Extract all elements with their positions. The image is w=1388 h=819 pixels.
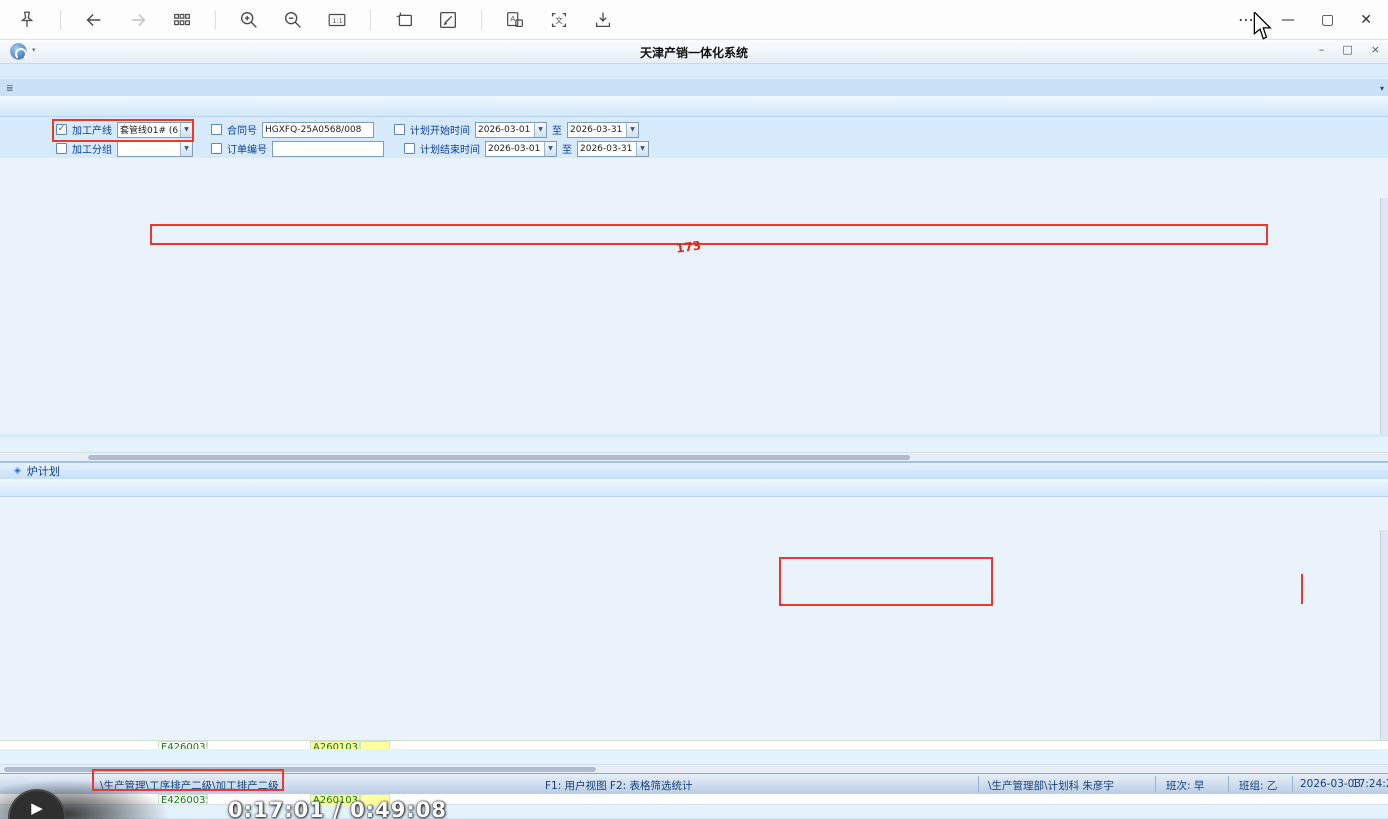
erp-window: ▾ 天津产销一体化系统 – □ × ≣ ▾ ✓ 加工产线 套管线01# (63▼… xyxy=(0,40,1388,819)
divider xyxy=(370,10,371,30)
app-restore-button[interactable]: □ xyxy=(1342,43,1352,56)
table-cell[interactable] xyxy=(360,741,390,749)
furnace-section-header[interactable]: ◈ 炉计划 xyxy=(0,463,1388,479)
contract-input[interactable]: HGXFQ-25A0568/008 xyxy=(262,122,374,138)
plan-table-region xyxy=(0,158,1388,434)
chevron-down-icon: ▼ xyxy=(180,123,192,137)
divider xyxy=(481,10,482,30)
table-cell[interactable]: A26010319 xyxy=(310,741,360,749)
scrollbar-thumb[interactable] xyxy=(88,455,910,460)
app-title: 天津产销一体化系统 xyxy=(0,44,1388,61)
menubar xyxy=(0,64,1388,79)
plan-start-to-date[interactable]: 2026-03-31▼ xyxy=(567,122,639,138)
translate-icon[interactable]: A xyxy=(504,9,526,31)
svg-text:文: 文 xyxy=(555,15,563,24)
filter-panel: ✓ 加工产线 套管线01# (63▼ 合同号 HGXFQ-25A0568/008… xyxy=(0,117,1388,158)
breadcrumb: \生产管理\工序排产二级\加工排产二级 xyxy=(100,778,279,793)
tab-overflow-icon[interactable]: ▾ xyxy=(1380,84,1384,93)
horizontal-scrollbar[interactable] xyxy=(0,452,1388,461)
divider xyxy=(1228,776,1229,792)
zoom-out-icon[interactable] xyxy=(282,9,304,31)
plan-start-from-date[interactable]: 2026-03-01▼ xyxy=(475,122,547,138)
pin-icon[interactable] xyxy=(16,9,38,31)
vertical-scrollbar[interactable] xyxy=(1380,198,1388,434)
svg-text:1:1: 1:1 xyxy=(332,16,342,24)
statusbar-user: \生产管理部\计划科 朱彦宇 xyxy=(988,778,1114,793)
video-preview-strip: E42600354 A26010319 ▶ 0:17:01 / 0:49:08 xyxy=(0,794,1388,819)
group-filter-label: 加工分组 xyxy=(72,141,112,156)
play-icon: ▶ xyxy=(31,799,43,817)
statusbar: \生产管理\工序排产二级\加工排产二级 F1: 用户视图 F2: 表格筛选统计 … xyxy=(0,773,1388,794)
order-input[interactable] xyxy=(272,141,384,157)
order-filter-label: 订单编号 xyxy=(227,141,267,156)
grid-icon[interactable] xyxy=(171,9,193,31)
collapse-icon[interactable]: ◈ xyxy=(14,466,21,476)
furnace-table-region xyxy=(0,497,1388,740)
plan-end-from-date[interactable]: 2026-03-01▼ xyxy=(485,141,557,157)
plan-end-to-date[interactable]: 2026-03-31▼ xyxy=(577,141,649,157)
video-time-display: 0:17:01 / 0:49:08 xyxy=(228,798,447,819)
table-cell[interactable]: E42600354 xyxy=(158,741,208,749)
group-select[interactable]: ▼ xyxy=(117,141,193,157)
contract-filter-checkbox[interactable] xyxy=(211,124,222,135)
chevron-down-icon: ▼ xyxy=(544,142,556,156)
divider xyxy=(1155,776,1156,792)
plan-end-label: 计划结束时间 xyxy=(420,141,480,156)
horizontal-scrollbar[interactable] xyxy=(0,764,1388,773)
zoom-in-icon[interactable] xyxy=(238,9,260,31)
divider xyxy=(215,10,216,30)
actual-size-icon[interactable]: 1:1 xyxy=(326,9,348,31)
group-filter-checkbox[interactable] xyxy=(56,143,67,154)
player-maximize-button[interactable]: ▢ xyxy=(1321,12,1334,28)
plan-start-label: 计划开始时间 xyxy=(410,122,470,137)
divider xyxy=(978,776,979,792)
furnace-partial-row: E42600354 A26010319 xyxy=(0,740,1388,749)
ocr-select-icon[interactable]: 文 xyxy=(548,9,570,31)
furnace-table-totals xyxy=(0,749,1388,764)
statusbar-hint: F1: 用户视图 F2: 表格筛选统计 xyxy=(545,778,693,793)
range-to-label: 至 xyxy=(552,122,562,137)
statusbar-shift: 班次: 早 xyxy=(1166,778,1204,793)
divider xyxy=(1292,776,1293,792)
line-filter-label: 加工产线 xyxy=(72,122,112,137)
statusbar-time: 17:24:21 xyxy=(1352,778,1388,790)
titlebar: ▾ 天津产销一体化系统 – □ × xyxy=(0,40,1388,64)
vertical-scrollbar[interactable] xyxy=(1380,530,1388,740)
furnace-section-title: 炉计划 xyxy=(27,463,60,479)
player-more-menu[interactable]: ⋯ xyxy=(1238,10,1255,29)
svg-text:A: A xyxy=(510,13,515,22)
contract-filter-label: 合同号 xyxy=(227,122,257,137)
preview-row: E42600354 A26010319 xyxy=(0,794,1388,805)
plan-start-checkbox[interactable] xyxy=(394,124,405,135)
chevron-down-icon: ▼ xyxy=(534,123,546,137)
chevron-down-icon: ▼ xyxy=(626,123,638,137)
player-minimize-button[interactable]: — xyxy=(1281,12,1295,28)
player-toolbar: 1:1 A 文 ⋯ — ▢ ✕ xyxy=(0,0,1388,40)
app-close-button[interactable]: × xyxy=(1371,43,1380,56)
tabbar: ≣ ▾ xyxy=(0,79,1388,96)
screen: 1:1 A 文 ⋯ — ▢ ✕ ▾ 天津产销一体化系统 – □ × xyxy=(0,0,1388,819)
line-filter-checkbox[interactable]: ✓ xyxy=(56,124,67,135)
screenshot-icon[interactable] xyxy=(393,9,415,31)
back-icon[interactable] xyxy=(83,9,105,31)
chevron-down-icon: ▼ xyxy=(636,142,648,156)
divider xyxy=(60,10,61,30)
main-toolbar xyxy=(0,96,1388,117)
forward-icon[interactable] xyxy=(127,9,149,31)
plan-end-checkbox[interactable] xyxy=(404,143,415,154)
app-minimize-button[interactable]: – xyxy=(1319,43,1325,56)
player-close-button[interactable]: ✕ xyxy=(1360,12,1372,28)
tab-list-icon[interactable]: ≣ xyxy=(6,84,14,94)
scrollbar-thumb[interactable] xyxy=(4,767,596,772)
preview-totals-row xyxy=(0,805,1388,818)
edit-icon[interactable] xyxy=(437,9,459,31)
statusbar-team: 班组: 乙 xyxy=(1239,778,1277,793)
furnace-toolbar xyxy=(0,479,1388,497)
download-icon[interactable] xyxy=(592,9,614,31)
order-filter-checkbox[interactable] xyxy=(211,143,222,154)
line-select[interactable]: 套管线01# (63▼ xyxy=(117,122,193,138)
plan-table-totals xyxy=(0,437,1388,452)
chevron-down-icon: ▼ xyxy=(180,142,192,156)
